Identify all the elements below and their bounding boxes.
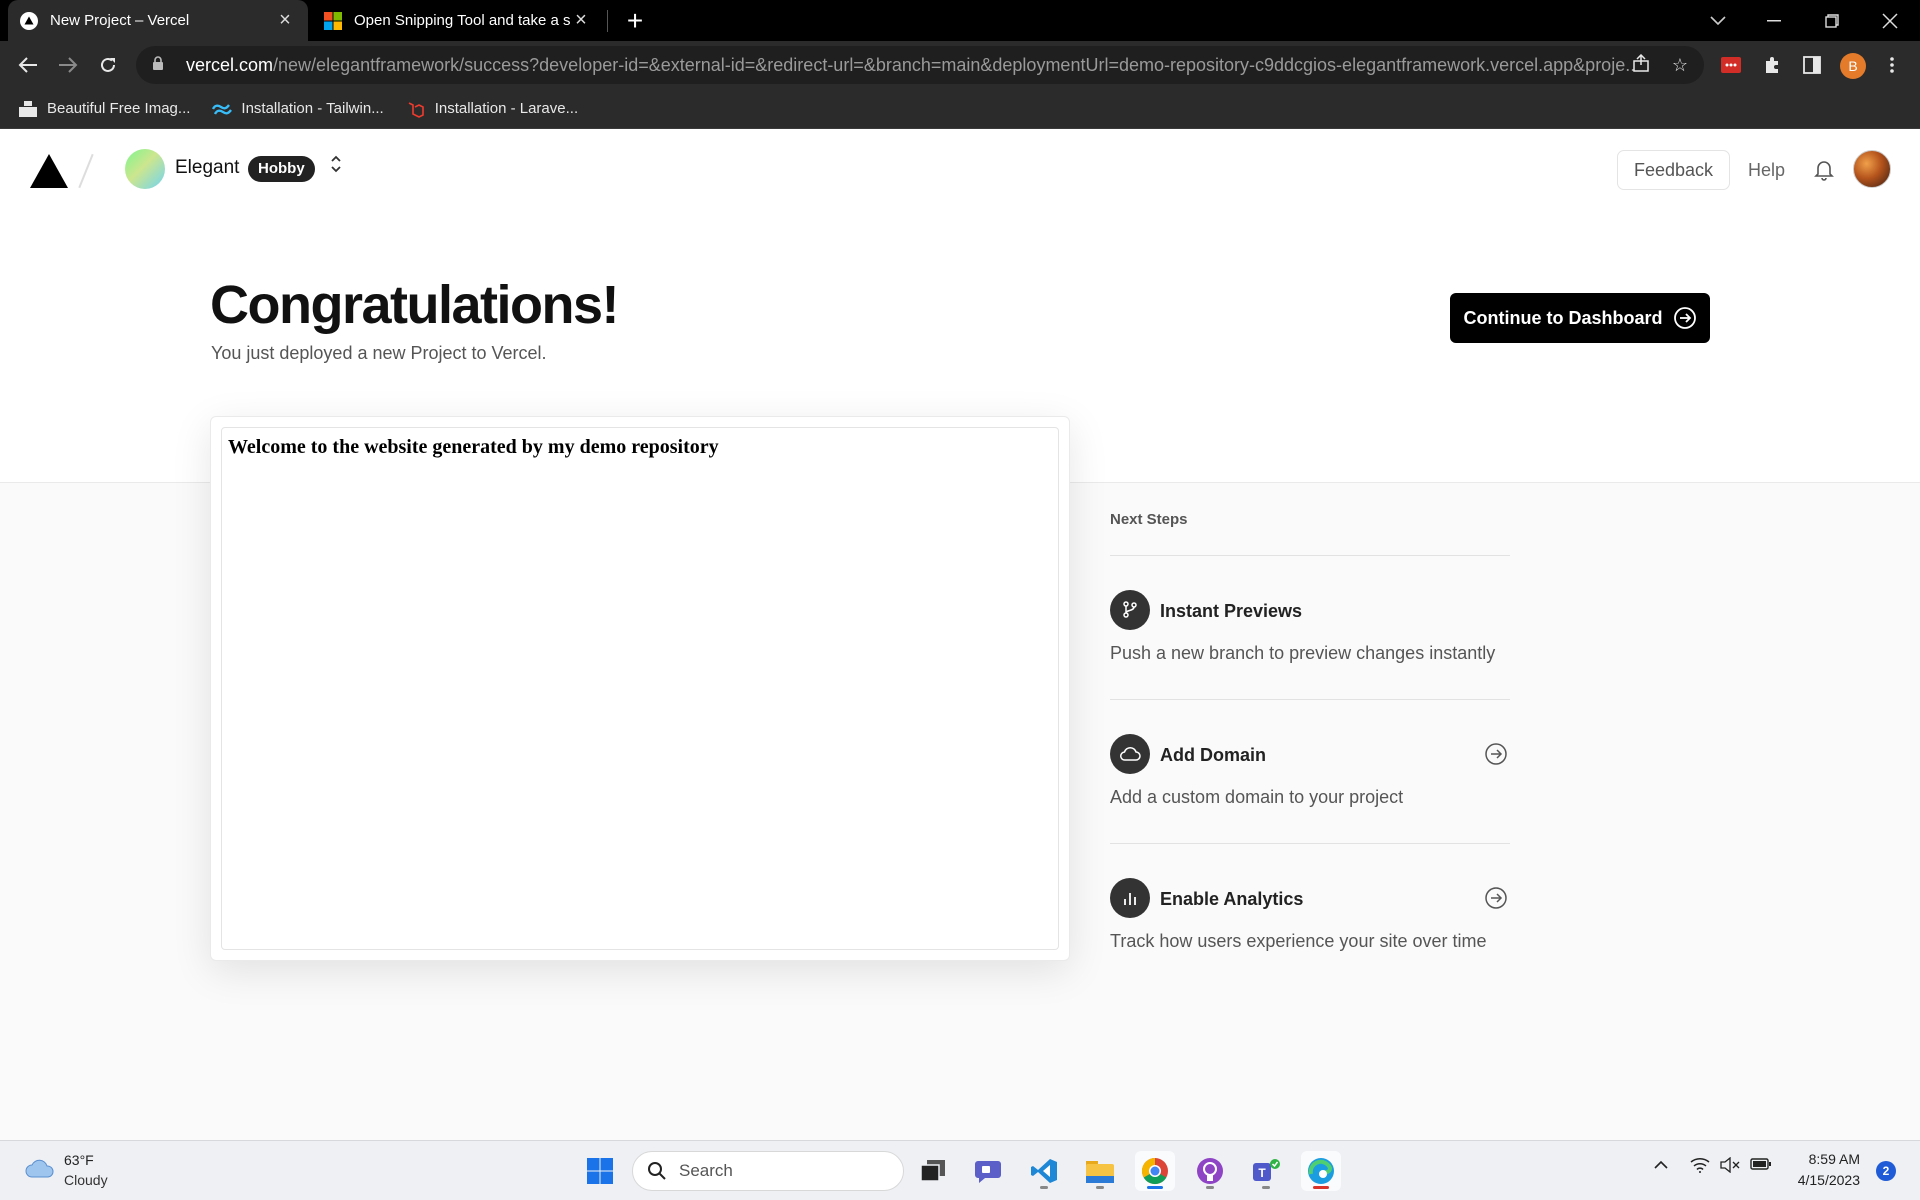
divider (1110, 555, 1510, 556)
arrow-right-circle-icon[interactable] (1484, 886, 1508, 910)
side-panel-icon[interactable] (1800, 53, 1824, 77)
vercel-logo-icon[interactable] (30, 154, 68, 188)
chrome-icon[interactable] (1135, 1151, 1175, 1191)
unsplash-icon (18, 100, 38, 118)
next-steps-title: Next Steps (1110, 511, 1188, 528)
clock-date[interactable]: 4/15/2023 (1788, 1172, 1860, 1188)
profile-avatar[interactable]: B (1840, 53, 1866, 79)
plan-badge: Hobby (248, 156, 315, 182)
reload-icon[interactable] (90, 47, 126, 83)
windows-taskbar: 63°F Cloudy Search T 8:59 AM 4/15/2023 2 (0, 1140, 1920, 1200)
browser-tab-strip: New Project – Vercel × Open Snipping Too… (0, 0, 1920, 41)
restore-window-icon[interactable] (1804, 0, 1860, 41)
share-icon[interactable] (1632, 53, 1650, 77)
running-indicator (1096, 1186, 1104, 1189)
browser-menu-icon[interactable] (1880, 53, 1904, 77)
cloud-icon (1110, 734, 1150, 774)
page-subtitle: You just deployed a new Project to Verce… (211, 343, 547, 363)
wifi-icon[interactable] (1690, 1157, 1710, 1178)
help-link[interactable]: Help (1748, 160, 1785, 181)
close-tab-icon[interactable]: × (274, 9, 296, 32)
arrow-right-circle-icon (1673, 307, 1696, 329)
notification-count-badge[interactable]: 2 (1876, 1161, 1896, 1181)
running-indicator (1262, 1186, 1270, 1189)
step-desc: Push a new branch to preview changes ins… (1110, 643, 1496, 663)
microsoft-favicon-icon (324, 11, 342, 30)
close-tab-icon[interactable]: × (570, 9, 592, 32)
bar-chart-icon (1110, 878, 1150, 918)
step-title-add-domain[interactable]: Add Domain (1160, 745, 1266, 766)
edge-icon[interactable] (1301, 1151, 1341, 1191)
bookmark-item-tailwind[interactable]: Installation - Tailwin... (212, 100, 384, 118)
weather-condition[interactable]: Cloudy (64, 1172, 108, 1188)
bookmark-star-icon[interactable]: ☆ (1672, 55, 1688, 76)
page-title: Congratulations! (210, 275, 619, 335)
tab-new-project[interactable]: New Project – Vercel × (8, 0, 308, 41)
address-bar[interactable]: vercel.com/new/elegantframework/success?… (136, 46, 1704, 84)
teams-icon[interactable]: T (1246, 1151, 1286, 1191)
volume-muted-icon[interactable] (1720, 1156, 1740, 1178)
tab-title: Open Snipping Tool and take a sc (354, 12, 570, 29)
user-avatar[interactable] (1853, 150, 1891, 188)
laravel-icon (406, 100, 426, 118)
running-indicator (1147, 1186, 1163, 1189)
tab-snipping-tool[interactable]: Open Snipping Tool and take a sc × (312, 0, 604, 41)
deployment-preview-card[interactable]: Welcome to the website generated by my d… (210, 416, 1070, 961)
back-icon[interactable] (10, 47, 46, 83)
tailwind-icon (212, 100, 233, 118)
battery-charging-icon[interactable] (1750, 1157, 1772, 1176)
clock-time[interactable]: 8:59 AM (1788, 1151, 1860, 1167)
forward-icon[interactable] (50, 47, 86, 83)
preview-site-heading: Welcome to the website generated by my d… (228, 436, 719, 458)
bookmark-item-laravel[interactable]: Installation - Larave... (406, 100, 578, 118)
chat-icon[interactable] (968, 1151, 1008, 1191)
step-title-instant-previews[interactable]: Instant Previews (1160, 601, 1302, 622)
new-tab-plus-icon[interactable]: + (622, 4, 648, 38)
taskbar-search-box[interactable]: Search (632, 1151, 904, 1191)
step-title-enable-analytics[interactable]: Enable Analytics (1160, 889, 1303, 910)
browser-toolbar: vercel.com/new/elegantframework/success?… (0, 41, 1920, 89)
svg-text:T: T (1258, 1166, 1266, 1180)
windows-start-icon[interactable] (580, 1151, 620, 1191)
running-indicator (1206, 1186, 1214, 1189)
tab-separator (607, 10, 608, 32)
vscode-icon[interactable] (1024, 1151, 1064, 1191)
tab-search-chevron-icon[interactable] (1690, 0, 1746, 41)
tab-title: New Project – Vercel (50, 12, 190, 29)
feedback-button[interactable]: Feedback (1617, 150, 1730, 190)
team-switcher-chevron-icon[interactable] (326, 153, 346, 185)
task-view-icon[interactable] (913, 1151, 953, 1191)
dashboard-button-label: Continue to Dashboard (1463, 307, 1663, 328)
url-text[interactable]: vercel.com/new/elegantframework/success?… (186, 55, 1636, 76)
team-name[interactable]: Elegant (175, 157, 239, 179)
vercel-favicon-icon (20, 11, 38, 30)
search-icon (648, 1162, 666, 1180)
vercel-page: Elegant Hobby Feedback Help Congratulati… (0, 129, 1920, 1140)
show-hidden-icons-chevron-icon[interactable] (1654, 1157, 1668, 1175)
file-explorer-icon[interactable] (1080, 1151, 1120, 1191)
github-desktop-icon[interactable] (1190, 1151, 1230, 1191)
extension-lastpass-icon[interactable] (1719, 53, 1743, 77)
extensions-puzzle-icon[interactable] (1760, 53, 1784, 77)
bookmark-item-unsplash[interactable]: Beautiful Free Imag... (18, 100, 190, 118)
close-window-icon[interactable] (1862, 0, 1918, 41)
bookmarks-bar: Beautiful Free Imag... Installation - Ta… (0, 89, 1920, 129)
step-desc: Add a custom domain to your project (1110, 787, 1404, 807)
deployment-preview-frame[interactable]: Welcome to the website generated by my d… (221, 427, 1059, 950)
taskbar-search-label: Search (679, 1161, 733, 1180)
divider (1110, 843, 1510, 844)
git-branch-icon (1110, 590, 1150, 630)
step-desc: Track how users experience your site ove… (1110, 931, 1487, 951)
team-avatar[interactable] (125, 149, 165, 189)
weather-temperature[interactable]: 63°F (64, 1152, 94, 1168)
continue-to-dashboard-button[interactable]: Continue to Dashboard (1450, 293, 1710, 343)
cloudy-weather-icon[interactable] (24, 1157, 56, 1181)
running-indicator (1040, 1186, 1048, 1189)
minimize-window-icon[interactable] (1746, 0, 1802, 41)
lock-icon[interactable] (152, 56, 172, 74)
notifications-bell-icon[interactable] (1811, 157, 1837, 183)
divider (1110, 699, 1510, 700)
arrow-right-circle-icon[interactable] (1484, 742, 1508, 766)
running-indicator (1313, 1186, 1329, 1189)
